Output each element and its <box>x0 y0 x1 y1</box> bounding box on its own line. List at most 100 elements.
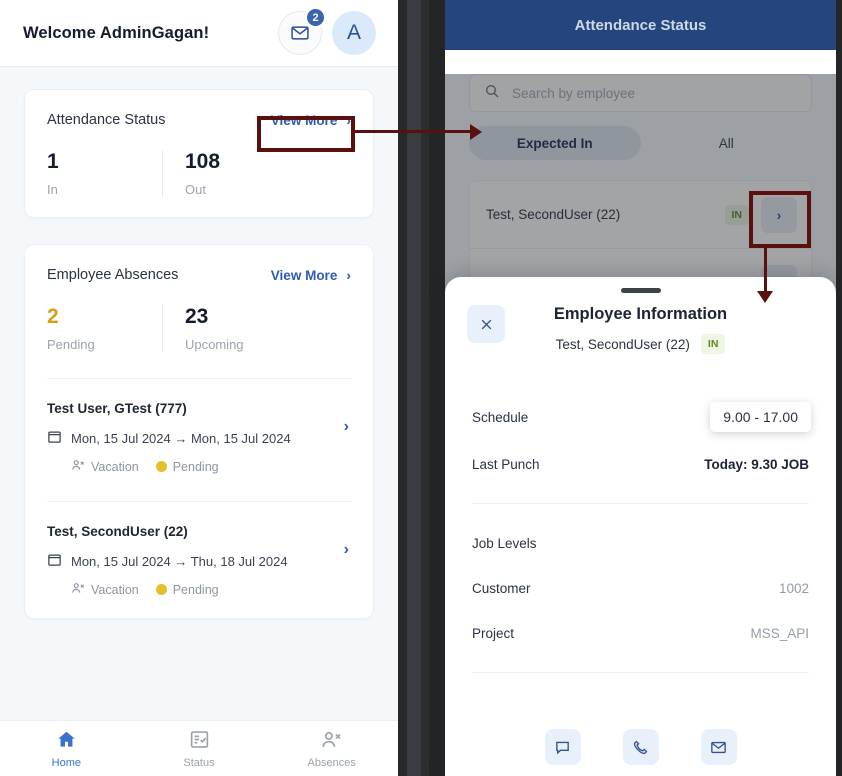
stat-pending-label: Pending <box>47 337 95 353</box>
stat-in: 1 In <box>47 150 162 197</box>
employee-information-sheet: Employee Information Test, SecondUser (2… <box>445 277 836 776</box>
job-levels-title: Job Levels <box>472 535 537 551</box>
divider <box>472 503 809 504</box>
absences-stats: 2 Pending 23 Upcoming <box>47 305 351 353</box>
absences-card-head: Employee Absences View More › <box>47 267 351 283</box>
chevron-right-icon: › <box>346 267 351 284</box>
list-item[interactable]: Test User, GTest (777) Mon, 15 Jul 2024 … <box>47 379 351 475</box>
info-row-project: Project MSS_API <box>472 620 809 646</box>
divider <box>472 672 809 673</box>
welcome-title: Welcome AdminGagan! <box>23 23 210 42</box>
nav-item-absences-label: Absences <box>307 756 356 769</box>
info-row-customer: Customer 1002 <box>472 575 809 601</box>
absences-view-more-button[interactable]: View More › <box>271 267 351 283</box>
sheet-employee-name: Test, SecondUser (22) <box>555 336 690 352</box>
stat-upcoming: 23 Upcoming <box>162 305 277 353</box>
stat-in-value: 1 <box>47 150 59 173</box>
sheet-actions <box>472 729 809 765</box>
absence-date-range: Mon, 15 Jul 2024 → Thu, 18 Jul 2024 <box>71 553 288 569</box>
status-badge: IN <box>700 334 726 354</box>
stat-out-label: Out <box>185 182 206 198</box>
job-levels-title-row: Job Levels <box>472 530 809 556</box>
person-remove-icon <box>71 458 85 475</box>
status-dot-icon <box>155 584 167 596</box>
absence-meta: Vacation Pending <box>47 458 351 475</box>
panel-gutter <box>398 0 445 776</box>
absence-employee-name: Test User, GTest (777) <box>47 401 187 417</box>
absence-date-range: Mon, 15 Jul 2024 → Mon, 15 Jul 2024 <box>71 430 291 446</box>
job-levels-list: Job Levels Customer 1002 Project MSS_API <box>472 530 809 646</box>
chevron-right-icon[interactable]: › <box>344 541 349 559</box>
absence-meta: Vacation Pending <box>47 581 351 598</box>
stat-in-label: In <box>47 182 58 198</box>
person-remove-icon <box>321 729 342 753</box>
sheet-header: Employee Information Test, SecondUser (2… <box>467 305 809 354</box>
header-actions: 2 A <box>278 7 376 55</box>
left-panel-body: Attendance Status View More › 1 In 108 O… <box>0 67 398 776</box>
attendance-status-card: Attendance Status View More › 1 In 108 O… <box>24 89 374 219</box>
nav-item-home[interactable]: Home <box>0 729 133 769</box>
attendance-view-more-button[interactable]: View More › <box>271 112 351 128</box>
attendance-stats: 1 In 108 Out <box>47 150 351 198</box>
calendar-icon <box>47 429 62 447</box>
absence-status: Pending <box>155 459 219 474</box>
sheet-drag-handle[interactable] <box>620 288 661 293</box>
info-row-last-punch: Last Punch Today: 9.30 JOB <box>472 451 809 477</box>
chat-icon[interactable] <box>544 729 581 765</box>
calendar-icon <box>47 552 62 570</box>
app-header: Welcome AdminGagan! 2 A <box>0 0 398 67</box>
absence-type-label: Vacation <box>91 582 139 597</box>
nav-item-absences[interactable]: Absences <box>265 729 398 769</box>
person-remove-icon <box>71 581 85 598</box>
attendance-card-head: Attendance Status View More › <box>47 112 351 128</box>
absence-dates: Mon, 15 Jul 2024 → Thu, 18 Jul 2024 <box>47 552 351 570</box>
nav-item-home-label: Home <box>51 756 81 769</box>
absence-dates: Mon, 15 Jul 2024 → Mon, 15 Jul 2024 <box>47 429 351 447</box>
attendance-view-more-label: View More <box>270 112 338 128</box>
info-label-schedule: Schedule <box>472 409 529 425</box>
list-item[interactable]: Test, SecondUser (22) Mon, 15 Jul 2024 →… <box>47 502 351 598</box>
info-value-schedule: 9.00 - 17.00 <box>710 402 811 432</box>
sheet-subtitle-row: Test, SecondUser (22) IN <box>472 334 809 354</box>
absence-status-label: Pending <box>172 459 219 474</box>
status-dot-icon <box>155 461 167 473</box>
info-row-schedule: Schedule 9.00 - 17.00 <box>472 402 811 432</box>
absence-status-label: Pending <box>172 582 219 597</box>
attendance-card-title: Attendance Status <box>47 112 166 128</box>
stat-upcoming-value: 23 <box>185 305 209 329</box>
phone-icon[interactable] <box>622 729 659 765</box>
left-device-panel: Welcome AdminGagan! 2 A Attendance Statu… <box>0 0 398 776</box>
stat-upcoming-label: Upcoming <box>185 337 244 353</box>
employee-absences-card: Employee Absences View More › 2 Pending … <box>24 244 374 620</box>
info-value-last-punch: Today: 9.30 JOB <box>704 456 809 472</box>
mail-button[interactable]: 2 <box>278 7 326 55</box>
info-value-customer: 1002 <box>778 580 809 596</box>
absence-employee-name: Test, SecondUser (22) <box>47 524 188 540</box>
chevron-right-icon[interactable]: › <box>344 418 349 436</box>
mail-icon[interactable] <box>700 729 737 765</box>
absences-view-more-label: View More <box>270 267 338 283</box>
stat-out: 108 Out <box>162 150 277 198</box>
absence-type: Vacation <box>71 458 139 475</box>
screenshot-stage: Welcome AdminGagan! 2 A Attendance Statu… <box>0 0 842 776</box>
sheet-title: Employee Information <box>553 305 728 323</box>
employee-info-list: Schedule 9.00 - 17.00 Last Punch Today: … <box>472 402 811 477</box>
absence-type: Vacation <box>71 581 139 598</box>
close-icon[interactable] <box>467 305 505 343</box>
bottom-navigation: Home Status Absences <box>0 720 398 776</box>
mail-badge: 2 <box>305 7 326 28</box>
avatar[interactable]: A <box>332 11 376 55</box>
stat-out-value: 108 <box>185 150 221 173</box>
chevron-right-icon: › <box>346 112 351 128</box>
info-value-project: MSS_API <box>750 625 809 641</box>
checklist-icon <box>189 729 210 753</box>
absence-type-label: Vacation <box>91 459 139 474</box>
absences-card-title: Employee Absences <box>47 267 179 284</box>
page-title: Attendance Status <box>574 16 707 34</box>
info-label-last-punch: Last Punch <box>472 456 540 472</box>
right-edge-strip <box>836 0 842 776</box>
info-label-customer: Customer <box>472 580 531 596</box>
stat-pending-value: 2 <box>47 305 59 329</box>
nav-item-status[interactable]: Status <box>133 729 266 769</box>
info-label-project: Project <box>472 625 515 641</box>
